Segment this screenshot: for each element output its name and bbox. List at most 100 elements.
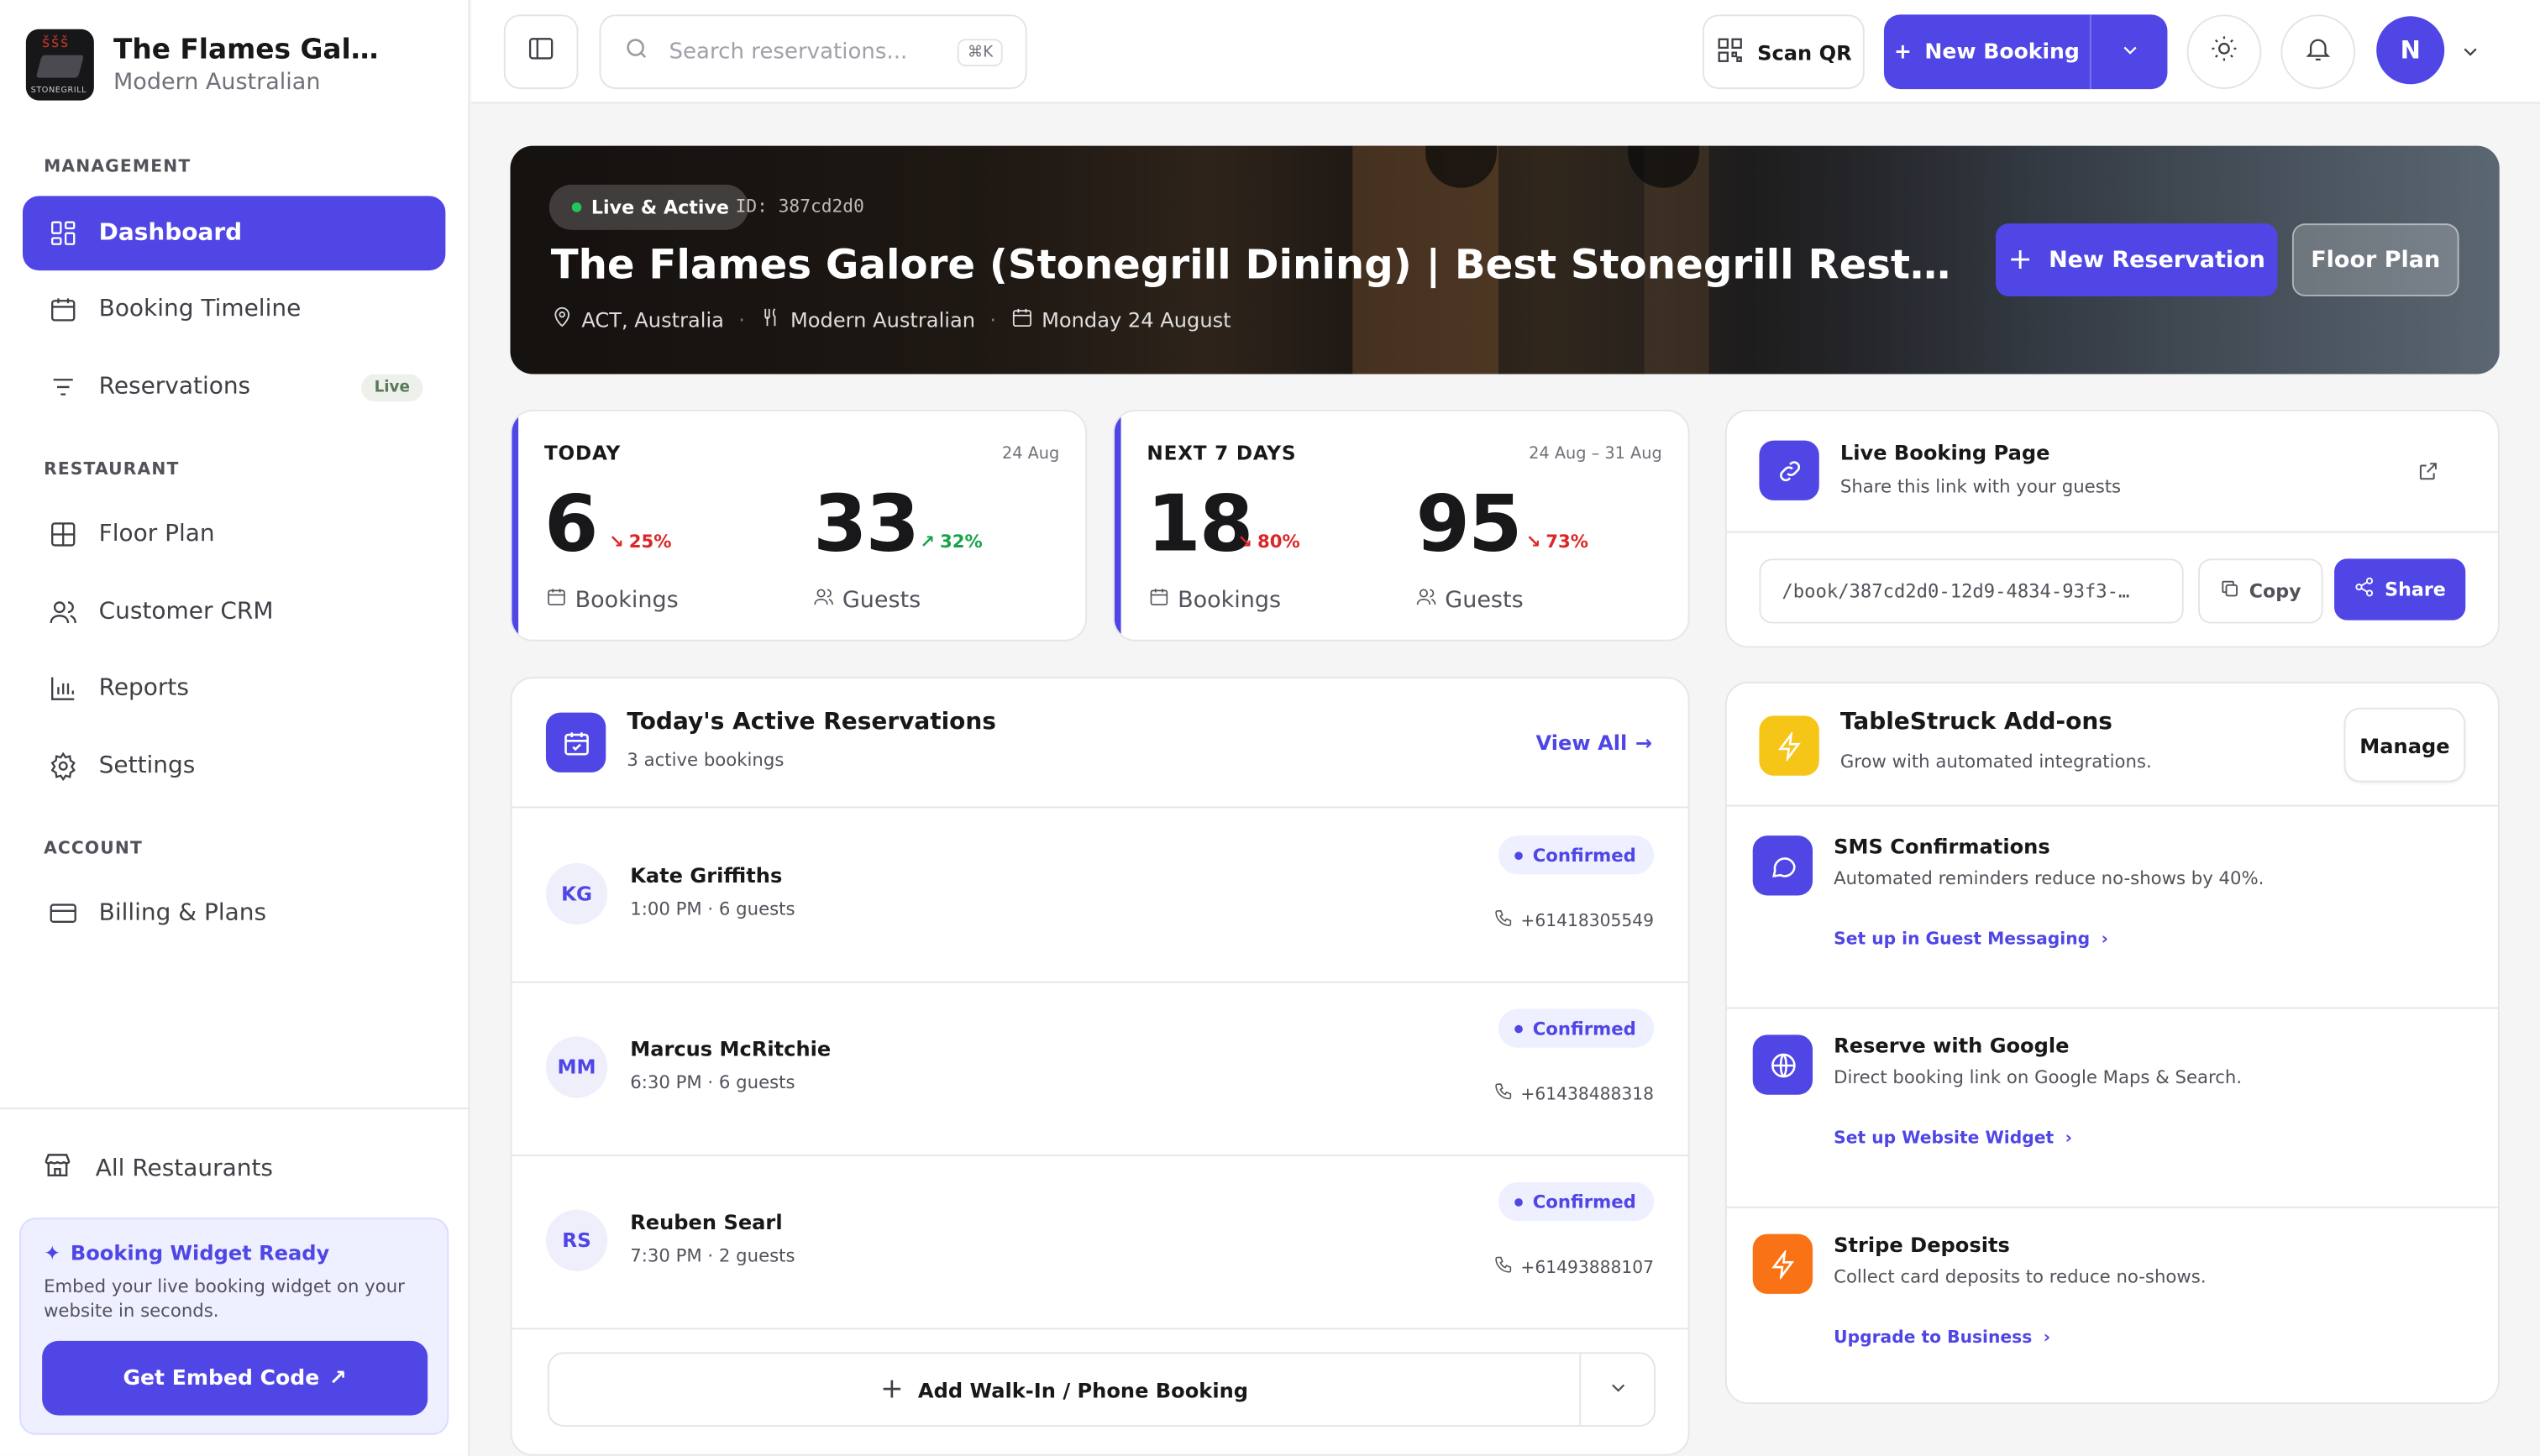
view-all-link[interactable]: View All →: [1536, 731, 1653, 755]
add-walkin-split-button: + Add Walk-In / Phone Booking: [547, 1352, 1656, 1427]
guests-change-value: 73%: [1546, 531, 1589, 553]
reservation-row[interactable]: MM Marcus McRitchie 6:30 PM · 6 guests C…: [512, 983, 1688, 1156]
stat-date: 24 Aug – 31 Aug: [1529, 445, 1662, 464]
bookings-count: 18: [1147, 479, 1253, 570]
plus-icon: +: [1893, 39, 1912, 65]
users-icon: [49, 598, 78, 627]
new-booking-split-button: + New Booking: [1883, 14, 2168, 90]
notifications-button[interactable]: [2280, 14, 2356, 90]
hero-location: ACT, Australia: [581, 307, 724, 333]
addon-item-stripe: Stripe Deposits Collect card deposits to…: [1727, 1207, 2498, 1402]
status-badge: Confirmed: [1498, 835, 1655, 875]
new-reservation-label: New Reservation: [2049, 247, 2265, 273]
search-bar[interactable]: ⌘K: [599, 14, 1027, 90]
trend-up-icon: ↗: [920, 531, 936, 553]
sidebar-item-label: Reservations: [98, 374, 251, 401]
status-badge: Confirmed: [1498, 1181, 1655, 1222]
guest-phone[interactable]: +61418305549: [1493, 909, 1654, 933]
copy-icon: [2220, 578, 2241, 604]
floor-plan-button[interactable]: Floor Plan: [2291, 223, 2459, 296]
nav-section-account: ACCOUNT: [44, 838, 143, 859]
copy-link-button[interactable]: Copy: [2198, 558, 2323, 624]
all-restaurants-link[interactable]: All Restaurants: [42, 1150, 273, 1186]
trend-down-icon: ↘: [1237, 531, 1253, 553]
credit-card-icon: [49, 898, 78, 928]
guests-label-row: Guests: [813, 586, 921, 614]
topbar: ⌘K Scan QR + New Booking N: [471, 0, 2540, 104]
sidebar-item-billing[interactable]: Billing & Plans: [23, 876, 445, 951]
users-icon: [813, 586, 834, 614]
status-badge: Live & Active: [548, 184, 749, 230]
guests-label: Guests: [1445, 587, 1524, 613]
booking-link-field[interactable]: /book/387cd2d0-12d9-4834-93f3-…: [1759, 558, 2184, 624]
sidebar-item-settings[interactable]: Settings: [23, 729, 445, 804]
get-embed-code-button[interactable]: Get Embed Code ↗: [42, 1340, 428, 1416]
guest-phone[interactable]: +61438488318: [1493, 1082, 1655, 1106]
globe-icon: [1752, 1034, 1813, 1095]
copy-label: Copy: [2249, 579, 2301, 603]
reservation-row[interactable]: RS Reuben Searl 7:30 PM · 2 guests Confi…: [512, 1156, 1688, 1330]
new-booking-dropdown-button[interactable]: [2091, 14, 2168, 89]
sidebar-item-label: Billing & Plans: [98, 900, 267, 927]
addon-title: Stripe Deposits: [1834, 1232, 2010, 1257]
open-booking-page-button[interactable]: [2417, 458, 2439, 490]
addon-link-label: Set up Website Widget: [1834, 1129, 2055, 1149]
toggle-sidebar-button[interactable]: [503, 14, 579, 90]
nav-section-management: MANAGEMENT: [44, 157, 192, 177]
live-booking-header: Live Booking Page Share this link with y…: [1726, 411, 2498, 533]
sidebar-item-label: Floor Plan: [98, 521, 215, 547]
sidebar-divider: [0, 1108, 470, 1110]
view-all-label: View All: [1535, 730, 1628, 755]
active-reservations-header: Today's Active Reservations 3 active boo…: [512, 678, 1688, 809]
addon-setup-link[interactable]: Upgrade to Business ›: [1834, 1328, 2050, 1347]
user-avatar[interactable]: N: [2376, 16, 2445, 85]
guests-count: 95: [1415, 479, 1523, 570]
sidebar: ššš STONEGRILL The Flames Galore (Stoneg…: [0, 0, 470, 1456]
active-reservations-count: 3 active bookings: [627, 749, 785, 771]
guests-change-value: 32%: [939, 531, 983, 553]
live-dot-icon: [571, 202, 582, 212]
account-menu-chevron[interactable]: [2459, 39, 2482, 70]
share-link-button[interactable]: Share: [2334, 558, 2466, 621]
scan-qr-button[interactable]: Scan QR: [1702, 14, 1865, 90]
stat-date: 24 Aug: [1001, 445, 1060, 464]
guest-phone[interactable]: +61493888107: [1493, 1255, 1654, 1280]
manage-addons-button[interactable]: Manage: [2343, 707, 2466, 783]
phone-number: +61438488318: [1520, 1084, 1655, 1104]
restaurant-switcher[interactable]: ššš STONEGRILL The Flames Galore (Stoneg…: [25, 29, 397, 101]
plus-icon: +: [880, 1373, 904, 1406]
sidebar-item-dashboard[interactable]: Dashboard: [22, 196, 446, 271]
new-booking-button[interactable]: + New Booking: [1884, 14, 2091, 90]
phone-icon: [1493, 1255, 1513, 1280]
theme-toggle-button[interactable]: [2186, 14, 2262, 90]
bookings-change: ↘ 25%: [609, 532, 671, 553]
calendar-icon: [1010, 306, 1033, 333]
sidebar-item-reports[interactable]: Reports: [23, 651, 445, 725]
addon-title: Reserve with Google: [1834, 1033, 2070, 1058]
status-label: Confirmed: [1532, 1018, 1636, 1040]
hero-meta: ACT, Australia · Modern Australian · Mon…: [551, 306, 1231, 333]
sidebar-item-booking-timeline[interactable]: Booking Timeline: [23, 272, 445, 347]
phone-icon: [1493, 909, 1513, 933]
sidebar-item-floor-plan[interactable]: Floor Plan: [23, 497, 445, 572]
app-root: ššš STONEGRILL The Flames Galore (Stoneg…: [0, 0, 2540, 1456]
add-walkin-button[interactable]: + Add Walk-In / Phone Booking: [549, 1354, 1582, 1426]
scan-qr-label: Scan QR: [1757, 39, 1852, 65]
live-badge: Live: [361, 373, 423, 401]
reservation-row[interactable]: KG Kate Griffiths 1:00 PM · 6 guests Con…: [512, 809, 1688, 983]
addon-setup-link[interactable]: Set up Website Widget ›: [1834, 1129, 2072, 1148]
sidebar-item-customer-crm[interactable]: Customer CRM: [23, 575, 445, 650]
new-reservation-button[interactable]: + New Reservation: [1995, 223, 2278, 296]
hero-date: Monday 24 August: [1042, 307, 1231, 333]
search-input[interactable]: [669, 39, 945, 65]
sidebar-item-reservations[interactable]: Reservations Live: [23, 350, 445, 425]
addon-setup-link[interactable]: Set up in Guest Messaging ›: [1834, 930, 2108, 949]
widget-description: Embed your live booking widget on your w…: [44, 1275, 405, 1322]
restaurant-cuisine: Modern Australian: [113, 69, 321, 96]
restaurant-hero-banner: Live & Active ID: 387cd2d0 The Flames Ga…: [510, 145, 2500, 374]
sidebar-item-label: Settings: [98, 752, 196, 779]
bookings-label-row: Bookings: [1148, 586, 1281, 614]
restaurant-id: ID: 387cd2d0: [735, 196, 864, 217]
restaurant-name: The Flames Galore (Stonegrill Dining): [113, 34, 397, 67]
add-walkin-dropdown-button[interactable]: [1581, 1354, 1654, 1425]
